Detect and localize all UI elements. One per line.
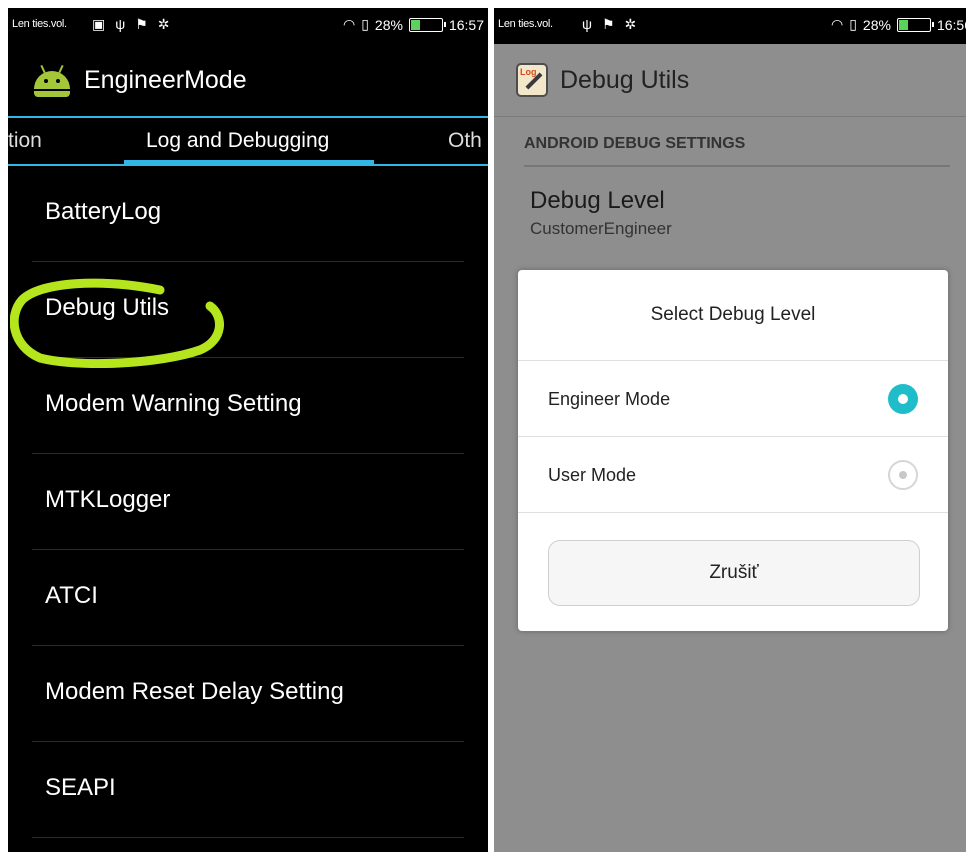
wifi-icon: ◠	[830, 16, 844, 32]
menu-item-label: Modem Reset Delay Setting	[45, 678, 344, 705]
wifi-icon: ◠	[342, 16, 356, 32]
menu-item-modem-warning-setting[interactable]: Modem Warning Setting	[8, 358, 488, 454]
select-debug-level-dialog: Select Debug Level Engineer Mode User Mo…	[518, 270, 948, 631]
engineer-mode-screen: Len ties.vol. ▣ ψ ⚑ ✲ ◠ ▯ 28% 16:57 Engi…	[8, 8, 488, 852]
battery-percent: 28%	[862, 16, 891, 33]
menu-item-label: Debug Utils	[45, 294, 170, 321]
flag-icon: ⚑	[135, 16, 148, 32]
menu-item-label: SEAPI	[45, 774, 116, 801]
cancel-button[interactable]: Zrušiť	[548, 540, 920, 606]
status-bar: Len ties.vol. ▣ ψ ⚑ ✲ ◠ ▯ 28% 16:57	[8, 8, 488, 44]
menu-item-atci[interactable]: ATCI	[8, 550, 488, 646]
menu-item-label: MTKLogger	[45, 486, 171, 513]
usb-icon: ψ	[115, 16, 126, 32]
android-icon	[34, 63, 70, 97]
status-right: ◠ ▯ 28% 16:57	[343, 16, 484, 33]
menu-item-seapi[interactable]: SEAPI	[8, 742, 488, 838]
menu-item-mtklogger[interactable]: MTKLogger	[8, 454, 488, 550]
android-debug-icon: ✲	[157, 16, 170, 32]
app-bar: Log Debug Utils	[494, 44, 966, 117]
clock: 16:56	[936, 16, 966, 33]
menu-item-debug-utils[interactable]: Debug Utils	[8, 262, 488, 358]
notification-icons: ψ ⚑ ✲	[582, 16, 636, 33]
tab-prev[interactable]: tion	[8, 129, 42, 153]
status-right: ◠ ▯ 28% 16:56	[831, 16, 966, 33]
debug-level-preference[interactable]: Debug Level CustomerEngineer	[494, 187, 966, 239]
option-label: User Mode	[548, 465, 637, 485]
menu-item-label: ATCI	[45, 582, 98, 609]
phone-icon: ▯	[849, 16, 857, 32]
menu-list: BatteryLog Debug Utils Modem Warning Set…	[8, 166, 488, 838]
dialog-title: Select Debug Level	[518, 270, 948, 361]
radio-unselected-icon[interactable]	[888, 460, 918, 490]
image-icon: ▣	[92, 16, 106, 32]
clock: 16:57	[448, 16, 484, 33]
app-title: Debug Utils	[560, 65, 690, 94]
tab-next[interactable]: Oth	[448, 129, 482, 153]
flag-icon: ⚑	[601, 16, 615, 32]
menu-item-label: Modem Warning Setting	[45, 390, 302, 417]
option-engineer-mode[interactable]: Engineer Mode	[518, 361, 948, 437]
usb-icon: ψ	[582, 16, 592, 32]
battery-icon	[896, 17, 934, 32]
divider	[32, 837, 464, 838]
carrier-label: Len ties.vol.	[12, 18, 67, 30]
log-app-icon: Log	[516, 63, 548, 97]
radio-selected-icon[interactable]	[888, 384, 918, 414]
menu-item-modem-reset-delay-setting[interactable]: Modem Reset Delay Setting	[8, 646, 488, 742]
app-title: EngineerMode	[84, 65, 247, 94]
tab-indicator	[124, 160, 374, 164]
option-label: Engineer Mode	[548, 389, 671, 409]
menu-item-batterylog[interactable]: BatteryLog	[8, 166, 488, 262]
notification-icons: ▣ ψ ⚑ ✲	[92, 16, 170, 33]
debug-utils-screen: Len ties.vol. ψ ⚑ ✲ ◠ ▯ 28% 16:56 Log De…	[494, 8, 966, 852]
carrier-label: Len ties.vol.	[498, 18, 553, 30]
option-user-mode[interactable]: User Mode	[518, 437, 948, 513]
section-header: ANDROID DEBUG SETTINGS	[524, 129, 950, 167]
preference-summary: CustomerEngineer	[530, 219, 672, 238]
battery-icon	[408, 17, 446, 32]
android-debug-icon: ✲	[624, 16, 637, 32]
preference-title: Debug Level	[530, 187, 665, 214]
phone-icon: ▯	[361, 16, 369, 32]
battery-percent: 28%	[374, 16, 403, 33]
app-bar: EngineerMode	[8, 44, 488, 116]
tab-log-and-debugging[interactable]: Log and Debugging	[146, 129, 329, 153]
tab-bar: tion Log and Debugging Oth	[8, 116, 488, 166]
log-icon-tag: Log	[520, 67, 537, 77]
menu-item-label: BatteryLog	[45, 198, 162, 225]
status-bar: Len ties.vol. ψ ⚑ ✲ ◠ ▯ 28% 16:56	[494, 8, 966, 44]
